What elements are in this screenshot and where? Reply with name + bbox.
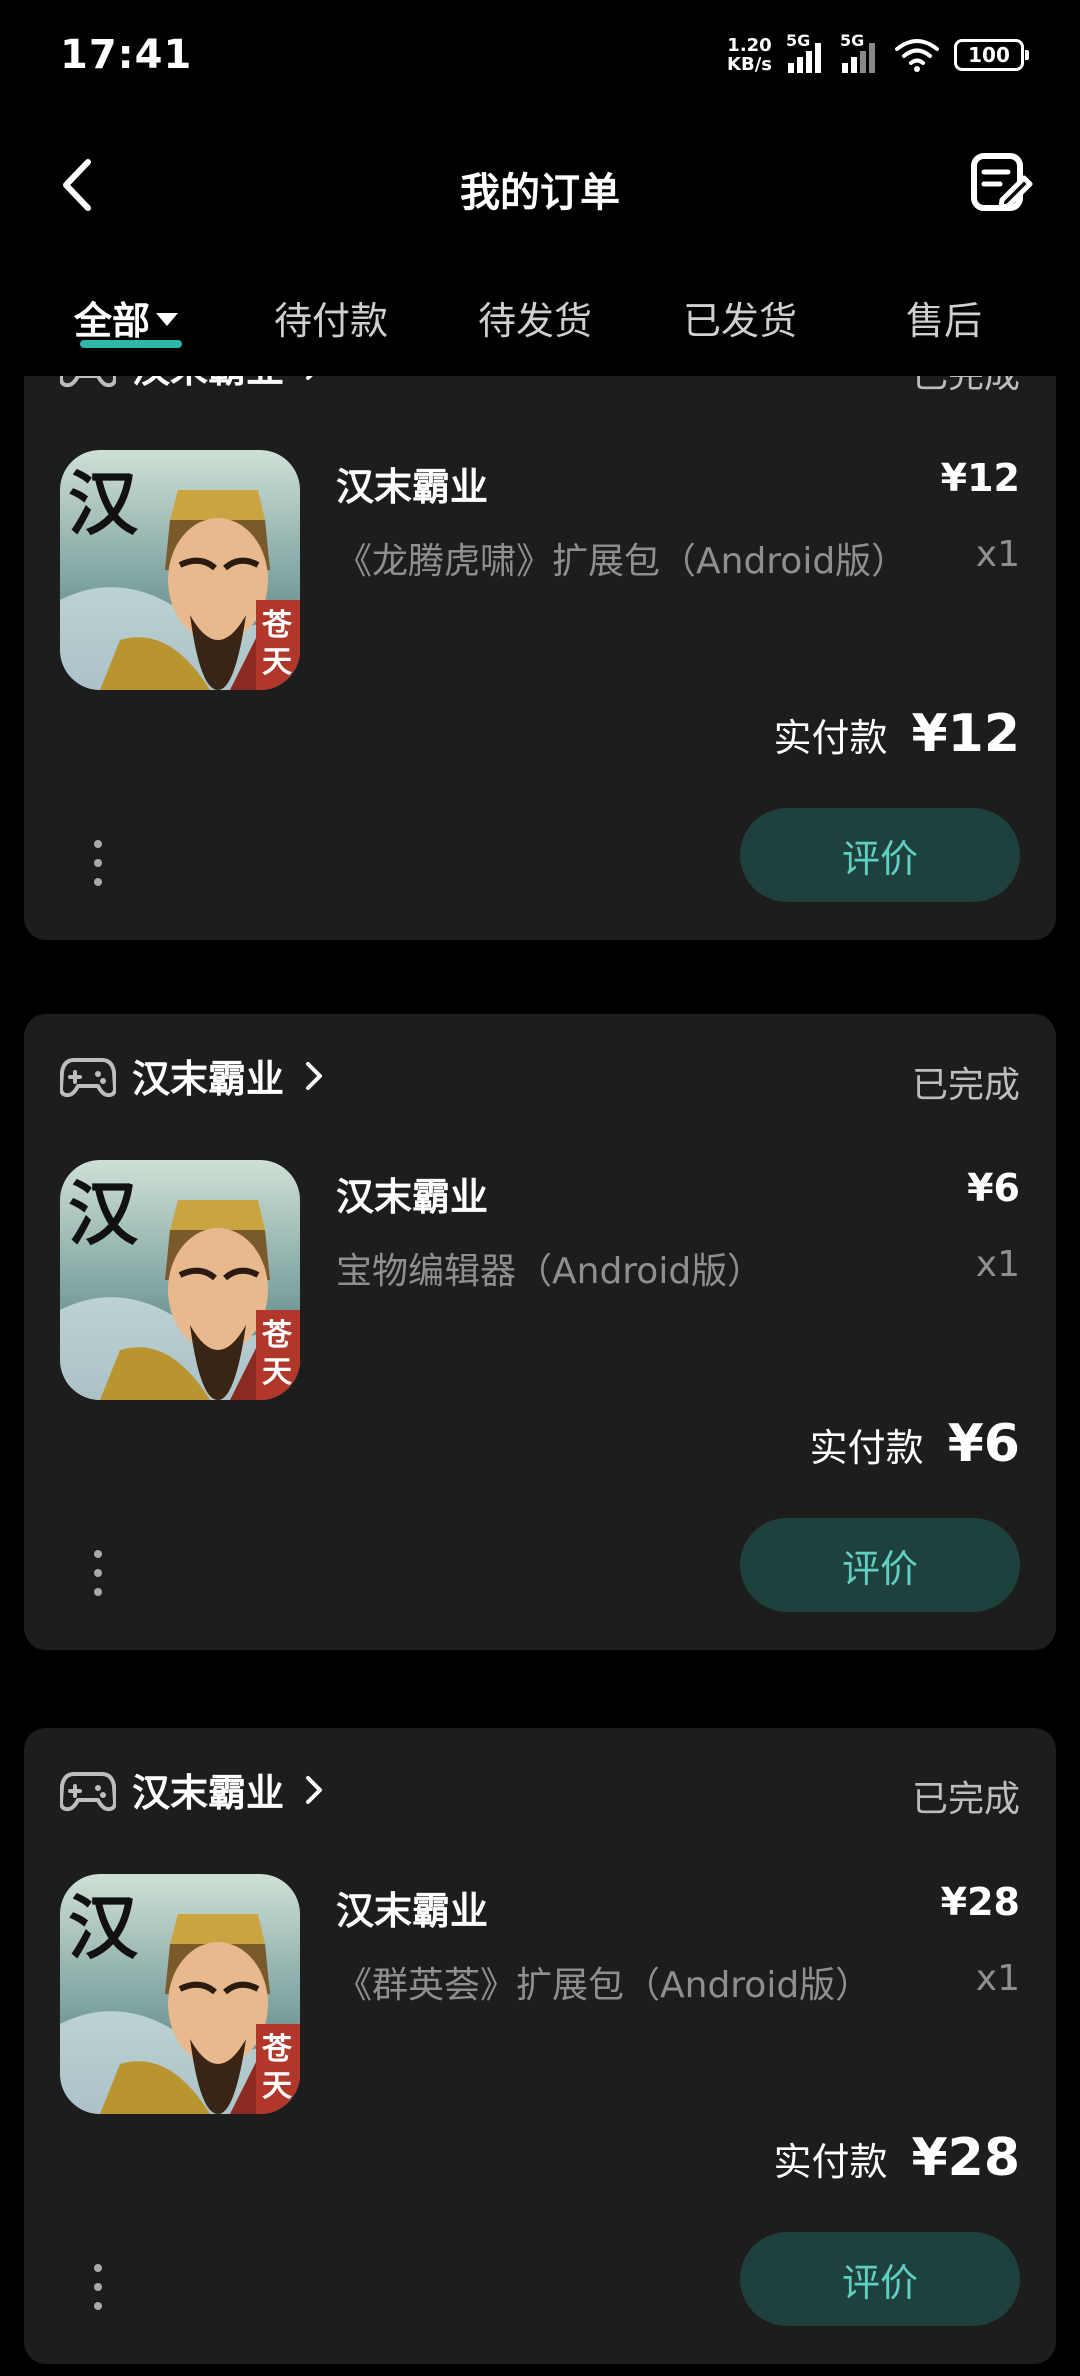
order-card: 汉末霸业 已完成 bbox=[24, 1014, 1056, 1650]
status-icons: 1.20 KB/s 5G 5G 100 bbox=[727, 31, 1029, 74]
review-button[interactable]: 评价 bbox=[740, 808, 1020, 902]
wifi-icon bbox=[895, 39, 939, 72]
chevron-right-icon bbox=[306, 1061, 323, 1090]
more-options-icon[interactable] bbox=[88, 2262, 108, 2312]
product-description: 《龙腾虎啸》扩展包（Android版） bbox=[336, 541, 908, 582]
product-thumbnail[interactable]: 汉 苍 天 bbox=[60, 1874, 300, 2114]
chevron-right-icon bbox=[306, 1775, 323, 1804]
chevron-right-icon bbox=[306, 376, 313, 380]
game-art-image: 汉 苍 天 bbox=[60, 1874, 300, 2114]
art-big-char: 汉 bbox=[68, 462, 139, 545]
product-title: 汉末霸业 bbox=[336, 1889, 489, 1933]
tab-all[interactable]: 全部 bbox=[74, 290, 179, 345]
page-title: 我的订单 bbox=[460, 170, 620, 216]
product-description: 宝物编辑器（Android版） bbox=[336, 1251, 764, 1292]
tab-all-label: 全部 bbox=[74, 299, 151, 343]
paid-label: 实付款 bbox=[773, 716, 888, 760]
status-time: 17:41 bbox=[60, 32, 193, 78]
store-link[interactable]: 汉末霸业 bbox=[60, 376, 326, 393]
product-price: ¥12 bbox=[940, 456, 1020, 500]
art-seal-char-2: 天 bbox=[262, 645, 292, 680]
product-title: 汉末霸业 bbox=[336, 1175, 489, 1219]
store-link[interactable]: 汉末霸业 bbox=[60, 1762, 326, 1817]
tab-pending-payment[interactable]: 待付款 bbox=[274, 290, 388, 345]
tab-after-sales[interactable]: 售后 bbox=[906, 290, 982, 345]
signal-sim2: 5G bbox=[840, 31, 880, 73]
paid-total: 实付款 ¥6 bbox=[810, 1414, 1020, 1474]
tab-active-indicator bbox=[80, 340, 182, 348]
paid-total: 实付款 ¥12 bbox=[773, 704, 1020, 764]
status-bar: 17:41 1.20 KB/s 5G 5G 100 bbox=[0, 0, 1080, 120]
store-name: 汉末霸业 bbox=[132, 1057, 285, 1101]
store-link[interactable]: 汉末霸业 bbox=[60, 1048, 326, 1103]
order-status: 已完成 bbox=[911, 1065, 1020, 1106]
art-big-char: 汉 bbox=[68, 1172, 139, 1255]
store-name: 汉末霸业 bbox=[132, 376, 284, 393]
paid-amount: ¥12 bbox=[911, 704, 1020, 764]
battery-level: 100 bbox=[968, 43, 1010, 67]
paid-amount: ¥28 bbox=[911, 2128, 1020, 2188]
product-description: 《群英荟》扩展包（Android版） bbox=[336, 1965, 872, 2006]
art-seal-char-2: 天 bbox=[262, 1355, 292, 1390]
review-button[interactable]: 评价 bbox=[740, 1518, 1020, 1612]
art-seal-char-1: 苍 bbox=[262, 608, 293, 643]
order-tabs: 全部 待付款 待发货 已发货 售后 bbox=[0, 280, 1080, 376]
more-options-icon[interactable] bbox=[88, 838, 108, 888]
art-seal-char-1: 苍 bbox=[262, 1318, 293, 1353]
order-status: 已完成 bbox=[911, 1779, 1020, 1820]
order-list[interactable]: 汉末霸业 已完成 bbox=[0, 376, 1080, 2376]
product-quantity: x1 bbox=[975, 1244, 1020, 1285]
signal-bars-icon bbox=[842, 43, 875, 73]
network-speed-unit: KB/s bbox=[727, 54, 772, 75]
more-options-icon[interactable] bbox=[88, 1548, 108, 1598]
product-thumbnail[interactable]: 汉 苍 天 bbox=[60, 450, 300, 690]
order-status: 已完成 bbox=[912, 376, 1020, 398]
network-speed-value: 1.20 bbox=[727, 35, 772, 56]
paid-label: 实付款 bbox=[773, 2140, 888, 2184]
gamepad-icon bbox=[60, 1057, 116, 1097]
art-seal-char-2: 天 bbox=[262, 2069, 292, 2104]
paid-amount: ¥6 bbox=[947, 1414, 1020, 1474]
product-quantity: x1 bbox=[975, 1958, 1020, 1999]
gamepad-icon bbox=[60, 1771, 116, 1811]
tab-shipped[interactable]: 已发货 bbox=[683, 290, 797, 345]
game-art-image: 汉 苍 天 bbox=[60, 1160, 300, 1400]
header: 我的订单 bbox=[0, 120, 1080, 250]
store-name: 汉末霸业 bbox=[132, 1771, 285, 1815]
product-price: ¥28 bbox=[940, 1880, 1020, 1924]
paid-total: 实付款 ¥28 bbox=[773, 2128, 1020, 2188]
caret-down-icon bbox=[156, 313, 179, 326]
product-thumbnail[interactable]: 汉 苍 天 bbox=[60, 1160, 300, 1400]
battery-icon: 100 bbox=[954, 39, 1029, 71]
art-big-char: 汉 bbox=[68, 1886, 139, 1969]
signal-bars-icon bbox=[788, 43, 821, 73]
art-seal-char-1: 苍 bbox=[262, 2032, 293, 2067]
review-button[interactable]: 评价 bbox=[740, 2232, 1020, 2326]
order-card: 汉末霸业 已完成 bbox=[24, 1728, 1056, 2364]
gamepad-icon bbox=[60, 376, 116, 387]
paid-label: 实付款 bbox=[809, 1426, 924, 1470]
order-card: 汉末霸业 已完成 bbox=[24, 376, 1056, 940]
game-art-image: 汉 苍 天 bbox=[60, 450, 300, 690]
product-quantity: x1 bbox=[975, 534, 1020, 575]
edit-note-icon[interactable] bbox=[968, 150, 1034, 216]
product-title: 汉末霸业 bbox=[336, 465, 489, 509]
product-price: ¥6 bbox=[967, 1166, 1020, 1210]
network-speed: 1.20 KB/s bbox=[727, 36, 772, 74]
tab-pending-shipment[interactable]: 待发货 bbox=[478, 290, 592, 345]
signal-sim1: 5G bbox=[786, 31, 826, 73]
